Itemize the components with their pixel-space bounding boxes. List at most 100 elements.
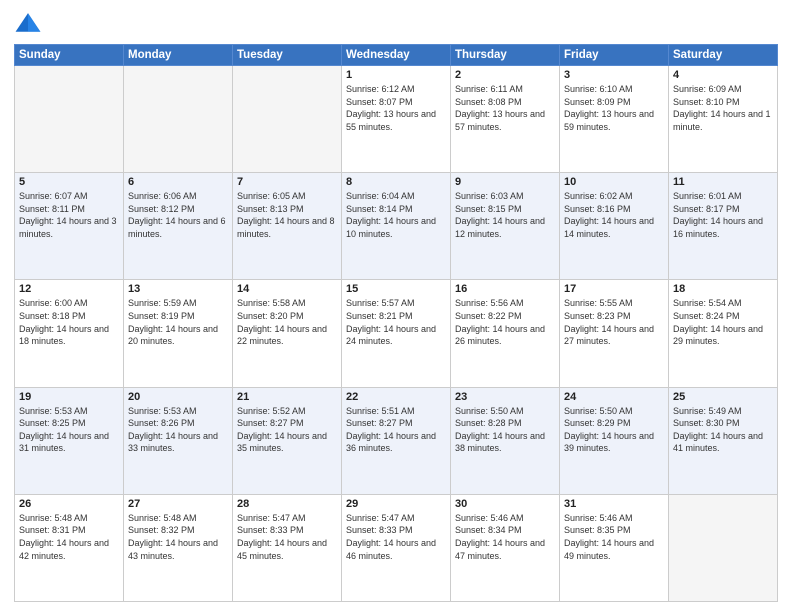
day-cell-2: 2 Sunrise: 6:11 AMSunset: 8:08 PMDaylight… [451,66,560,173]
day-cell-22: 22 Sunrise: 5:51 AMSunset: 8:27 PMDayligh… [342,387,451,494]
day-cell-16: 16 Sunrise: 5:56 AMSunset: 8:22 PMDayligh… [451,280,560,387]
day-cell-19: 19 Sunrise: 5:53 AMSunset: 8:25 PMDayligh… [15,387,124,494]
weekday-header-row: SundayMondayTuesdayWednesdayThursdayFrid… [15,45,778,66]
day-cell-18: 18Sunrise: 5:54 AMSunset: 8:24 PMDayligh… [669,280,778,387]
day-cell-29: 29 Sunrise: 5:47 AMSunset: 8:33 PMDayligh… [342,494,451,601]
day-info: Sunrise: 5:51 AMSunset: 8:27 PMDaylight:… [346,405,446,455]
day-number: 9 [455,176,555,188]
day-info: Sunrise: 6:12 AMSunset: 8:07 PMDaylight:… [346,83,446,133]
day-number: 20 [128,391,228,403]
day-number: 1 [346,69,446,81]
day-info: Sunrise: 6:00 AMSunset: 8:18 PMDaylight:… [19,297,119,347]
day-number: 24 [564,391,664,403]
day-info: Sunrise: 6:04 AMSunset: 8:14 PMDaylight:… [346,190,446,240]
day-cell-26: 26 Sunrise: 5:48 AMSunset: 8:31 PMDayligh… [15,494,124,601]
day-info: Sunrise: 6:09 AMSunset: 8:10 PMDaylight:… [673,83,773,133]
day-info: Sunrise: 5:47 AMSunset: 8:33 PMDaylight:… [237,512,337,562]
day-cell-17: 17Sunrise: 5:55 AMSunset: 8:23 PMDayligh… [560,280,669,387]
day-number: 10 [564,176,664,188]
day-cell-15: 15 Sunrise: 5:57 AMSunset: 8:21 PMDayligh… [342,280,451,387]
day-cell-3: 3Sunrise: 6:10 AMSunset: 8:09 PMDaylight… [560,66,669,173]
day-cell-31: 31 Sunrise: 5:46 AMSunset: 8:35 PMDayligh… [560,494,669,601]
weekday-monday: Monday [124,45,233,66]
day-number: 21 [237,391,337,403]
page: SundayMondayTuesdayWednesdayThursdayFrid… [0,0,792,612]
day-number: 23 [455,391,555,403]
day-info: Sunrise: 5:56 AMSunset: 8:22 PMDaylight:… [455,297,555,347]
day-info: Sunrise: 6:10 AMSunset: 8:09 PMDaylight:… [564,83,664,133]
day-cell-4: 4 Sunrise: 6:09 AMSunset: 8:10 PMDaylight… [669,66,778,173]
weekday-wednesday: Wednesday [342,45,451,66]
day-number: 7 [237,176,337,188]
week-row-1: 1 Sunrise: 6:12 AMSunset: 8:07 PMDaylight… [15,66,778,173]
day-number: 16 [455,283,555,295]
day-info: Sunrise: 6:11 AMSunset: 8:08 PMDaylight:… [455,83,555,133]
day-cell-28: 28 Sunrise: 5:47 AMSunset: 8:33 PMDayligh… [233,494,342,601]
day-cell-11: 11Sunrise: 6:01 AMSunset: 8:17 PMDayligh… [669,173,778,280]
day-number: 29 [346,498,446,510]
day-number: 5 [19,176,119,188]
day-number: 6 [128,176,228,188]
day-cell-8: 8Sunrise: 6:04 AMSunset: 8:14 PMDaylight… [342,173,451,280]
day-info: Sunrise: 5:54 AMSunset: 8:24 PMDaylight:… [673,297,773,347]
day-info: Sunrise: 5:52 AMSunset: 8:27 PMDaylight:… [237,405,337,455]
day-info: Sunrise: 5:53 AMSunset: 8:25 PMDaylight:… [19,405,119,455]
day-info: Sunrise: 5:58 AMSunset: 8:20 PMDaylight:… [237,297,337,347]
empty-cell [15,66,124,173]
day-cell-24: 24 Sunrise: 5:50 AMSunset: 8:29 PMDayligh… [560,387,669,494]
weekday-saturday: Saturday [669,45,778,66]
day-number: 25 [673,391,773,403]
day-number: 15 [346,283,446,295]
day-cell-23: 23 Sunrise: 5:50 AMSunset: 8:28 PMDayligh… [451,387,560,494]
day-cell-13: 13 Sunrise: 5:59 AMSunset: 8:19 PMDayligh… [124,280,233,387]
day-cell-25: 25 Sunrise: 5:49 AMSunset: 8:30 PMDayligh… [669,387,778,494]
weekday-tuesday: Tuesday [233,45,342,66]
week-row-5: 26 Sunrise: 5:48 AMSunset: 8:31 PMDayligh… [15,494,778,601]
empty-cell [124,66,233,173]
day-info: Sunrise: 5:47 AMSunset: 8:33 PMDaylight:… [346,512,446,562]
day-number: 26 [19,498,119,510]
day-number: 31 [564,498,664,510]
day-number: 19 [19,391,119,403]
day-number: 12 [19,283,119,295]
day-number: 11 [673,176,773,188]
day-info: Sunrise: 5:53 AMSunset: 8:26 PMDaylight:… [128,405,228,455]
calendar-table: SundayMondayTuesdayWednesdayThursdayFrid… [14,44,778,602]
day-cell-1: 1 Sunrise: 6:12 AMSunset: 8:07 PMDaylight… [342,66,451,173]
day-info: Sunrise: 5:50 AMSunset: 8:29 PMDaylight:… [564,405,664,455]
day-cell-21: 21 Sunrise: 5:52 AMSunset: 8:27 PMDayligh… [233,387,342,494]
day-cell-12: 12 Sunrise: 6:00 AMSunset: 8:18 PMDayligh… [15,280,124,387]
day-number: 22 [346,391,446,403]
day-info: Sunrise: 6:05 AMSunset: 8:13 PMDaylight:… [237,190,337,240]
empty-cell [669,494,778,601]
day-info: Sunrise: 6:07 AMSunset: 8:11 PMDaylight:… [19,190,119,240]
day-cell-30: 30Sunrise: 5:46 AMSunset: 8:34 PMDayligh… [451,494,560,601]
day-info: Sunrise: 5:48 AMSunset: 8:31 PMDaylight:… [19,512,119,562]
day-info: Sunrise: 5:55 AMSunset: 8:23 PMDaylight:… [564,297,664,347]
day-cell-9: 9 Sunrise: 6:03 AMSunset: 8:15 PMDaylight… [451,173,560,280]
day-cell-6: 6Sunrise: 6:06 AMSunset: 8:12 PMDaylight… [124,173,233,280]
day-info: Sunrise: 5:50 AMSunset: 8:28 PMDaylight:… [455,405,555,455]
logo-icon [14,10,42,38]
empty-cell [233,66,342,173]
week-row-2: 5 Sunrise: 6:07 AMSunset: 8:11 PMDaylight… [15,173,778,280]
day-number: 30 [455,498,555,510]
day-info: Sunrise: 5:57 AMSunset: 8:21 PMDaylight:… [346,297,446,347]
day-cell-7: 7 Sunrise: 6:05 AMSunset: 8:13 PMDaylight… [233,173,342,280]
weekday-friday: Friday [560,45,669,66]
day-number: 27 [128,498,228,510]
day-number: 2 [455,69,555,81]
day-cell-27: 27 Sunrise: 5:48 AMSunset: 8:32 PMDayligh… [124,494,233,601]
day-info: Sunrise: 5:49 AMSunset: 8:30 PMDaylight:… [673,405,773,455]
day-info: Sunrise: 5:48 AMSunset: 8:32 PMDaylight:… [128,512,228,562]
day-info: Sunrise: 5:59 AMSunset: 8:19 PMDaylight:… [128,297,228,347]
day-cell-5: 5 Sunrise: 6:07 AMSunset: 8:11 PMDaylight… [15,173,124,280]
day-number: 4 [673,69,773,81]
day-number: 28 [237,498,337,510]
day-number: 13 [128,283,228,295]
day-info: Sunrise: 6:03 AMSunset: 8:15 PMDaylight:… [455,190,555,240]
logo [14,10,46,38]
day-cell-14: 14Sunrise: 5:58 AMSunset: 8:20 PMDayligh… [233,280,342,387]
weekday-thursday: Thursday [451,45,560,66]
day-info: Sunrise: 5:46 AMSunset: 8:35 PMDaylight:… [564,512,664,562]
